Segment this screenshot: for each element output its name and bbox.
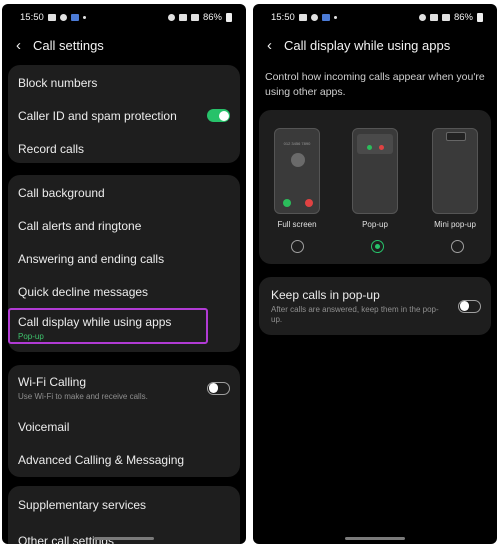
item-label: Call alerts and ringtone [18,218,142,233]
signal-icon [441,13,450,21]
battery-percent: 86% [453,11,473,23]
call-display-screen: 15:50 86% ‹ Call display while using app… [253,4,497,544]
item-label: Answering and ending calls [18,251,165,266]
battery-percent: 86% [202,11,222,23]
item-label: Record calls [18,141,85,156]
mini-pop-up-card [446,132,466,141]
full-screen-radio[interactable] [291,240,304,253]
option-full-screen[interactable]: 012 3456 7890 Full screen [267,128,327,229]
keep-popup-card: Keep calls in pop-up After calls are ans… [259,277,491,335]
item-description: After calls are answered, keep them in t… [271,304,439,324]
voicemail-item[interactable]: Voicemail [8,410,240,443]
option-label: Full screen [277,220,317,229]
header: ‹ Call settings [2,30,246,60]
caller-number: 012 3456 7890 [283,141,311,146]
mini-pop-up-radio[interactable] [451,240,464,253]
record-calls-item[interactable]: Record calls [8,132,240,165]
option-pop-up[interactable]: Pop-up [345,128,405,229]
more-notifications-icon [333,15,337,19]
keep-popup-toggle[interactable] [458,299,481,313]
wifi-calling-toggle[interactable] [207,381,230,395]
item-label: Wi-Fi Calling [18,375,87,389]
whatsapp-icon [59,13,67,21]
gallery-icon [298,13,307,21]
pop-up-card [357,134,393,154]
item-label: Supplementary services [18,497,147,512]
display-options-card: 012 3456 7890 Full screen Pop-up Mini po… [259,110,491,264]
status-time: 15:50 [271,11,295,23]
more-notifications-icon [82,15,86,19]
call-background-item[interactable]: Call background [8,176,240,209]
decline-call-icon [305,199,313,207]
accept-call-icon [283,199,291,207]
settings-group-3: Wi-Fi Calling Use Wi-Fi to make and rece… [8,365,240,477]
highlight-box [8,308,208,344]
advanced-calling-item[interactable]: Advanced Calling & Messaging [8,443,240,476]
back-arrow-icon[interactable]: ‹ [16,38,21,53]
pop-up-radio[interactable] [371,240,384,253]
mini-pop-up-preview [432,128,478,214]
item-label: Keep calls in pop-up [271,287,380,302]
caller-id-item[interactable]: Caller ID and spam protection [8,99,240,132]
page-description: Control how incoming calls appear when y… [265,71,485,98]
option-label: Pop-up [362,220,388,229]
whatsapp-icon [310,13,318,21]
caller-id-toggle[interactable] [207,109,230,122]
status-bar: 15:50 86% [2,4,246,30]
avatar [291,153,305,167]
quick-decline-item[interactable]: Quick decline messages [8,275,240,308]
wifi-icon [178,13,187,21]
home-indicator[interactable] [94,537,154,540]
status-bar: 15:50 86% [253,4,497,30]
decline-call-icon [379,145,384,150]
back-arrow-icon[interactable]: ‹ [267,38,272,53]
battery-icon [477,12,483,22]
item-label: Voicemail [18,419,70,434]
item-label: Block numbers [18,75,98,90]
settings-group-4: Supplementary services Other call settin… [8,486,240,544]
status-time: 15:50 [20,11,44,23]
item-label: Caller ID and spam protection [18,108,177,123]
item-label: Quick decline messages [18,284,149,299]
location-icon [418,13,426,21]
pop-up-preview [352,128,398,214]
header: ‹ Call display while using apps [253,30,497,60]
keep-popup-item[interactable]: Keep calls in pop-up After calls are ans… [259,277,491,335]
item-description: Use Wi-Fi to make and receive calls. [18,392,148,401]
app-notification-icon [321,13,330,21]
option-label: Mini pop-up [434,220,476,229]
call-settings-screen: 15:50 86% ‹ Call settings Block numbers … [2,4,246,544]
item-label: Call background [18,185,105,200]
answering-ending-item[interactable]: Answering and ending calls [8,242,240,275]
app-notification-icon [70,13,79,21]
accept-call-icon [367,145,372,150]
wifi-icon [429,13,438,21]
gallery-icon [47,13,56,21]
block-numbers-item[interactable]: Block numbers [8,66,240,99]
signal-icon [190,13,199,21]
wifi-calling-item[interactable]: Wi-Fi Calling Use Wi-Fi to make and rece… [8,366,240,410]
settings-group-1: Block numbers Caller ID and spam protect… [8,65,240,163]
location-icon [167,13,175,21]
page-title: Call settings [33,37,104,53]
full-screen-preview: 012 3456 7890 [274,128,320,214]
home-indicator[interactable] [345,537,405,540]
item-label: Advanced Calling & Messaging [18,452,185,467]
battery-icon [226,12,232,22]
option-mini-pop-up[interactable]: Mini pop-up [425,128,485,229]
supplementary-services-item[interactable]: Supplementary services [8,488,240,521]
call-alerts-item[interactable]: Call alerts and ringtone [8,209,240,242]
other-call-settings-item[interactable]: Other call settings [8,521,240,544]
page-title: Call display while using apps [284,37,451,53]
